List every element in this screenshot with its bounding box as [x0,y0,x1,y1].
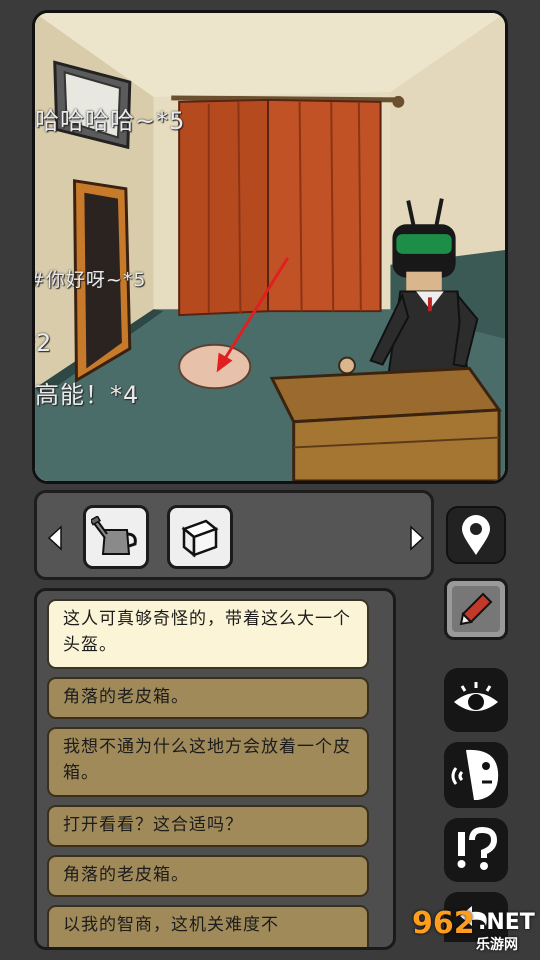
watermark-number: 962 [412,906,475,941]
eye-icon [454,682,498,711]
watermark-sub: 乐游网 [476,937,518,953]
notes-button[interactable] [444,578,508,640]
site-watermark: 962 .NET 乐游网 [398,906,538,956]
red-curtain[interactable] [178,98,382,317]
notes-button-face [452,586,500,632]
inventory-prev-arrow-icon[interactable] [47,525,63,551]
cube-icon [181,519,219,558]
look-button[interactable] [444,668,508,732]
dialogue-option[interactable]: 这人可真够奇怪的，带着这么大一个头盔。 [47,599,369,669]
watering-can-icon [91,516,137,555]
talk-face-icon [451,749,499,800]
danmaku-comment: 哈哈哈哈~*5 [35,107,186,135]
inventory-bar [34,490,434,580]
location-pin-icon [462,515,490,555]
room-illustration [35,13,505,481]
inventory-slot-cube[interactable] [167,505,233,569]
dialogue-panel: 这人可真够奇怪的，带着这么大一个头盔。 角落的老皮箱。 我想不通为什么这地方会放… [34,588,396,950]
talk-button[interactable] [444,742,508,808]
watermark-suffix: .NET [478,910,535,935]
desk[interactable] [269,366,502,481]
exclaim-question-icon [457,826,498,870]
danmaku-comment: *2 [35,329,53,357]
dialogue-option[interactable]: 我想不通为什么这地方会放着一个皮箱。 [47,727,369,797]
pencil-icon [459,592,493,626]
danmaku-comment: #你好呀~*5 [32,269,147,291]
floor-plate[interactable] [178,343,252,390]
game-scene[interactable]: 哈哈哈哈~*5 #你好呀~*5 *2 高能！*4 [32,10,508,484]
dialogue-option[interactable]: 角落的老皮箱。 [47,677,369,719]
dialogue-option[interactable]: 角落的老皮箱。 [47,855,369,897]
dialogue-option[interactable]: 打开看看？这合适吗？ [47,805,369,847]
inventory-slot-watering-can[interactable] [83,505,149,569]
inventory-next-arrow-icon[interactable] [409,525,425,551]
hint-button[interactable] [444,818,508,882]
danmaku-comment: 高能！*4 [35,381,140,409]
map-button[interactable] [446,506,506,564]
dialogue-option[interactable]: 以我的智商，这机关难度不 [47,905,369,947]
